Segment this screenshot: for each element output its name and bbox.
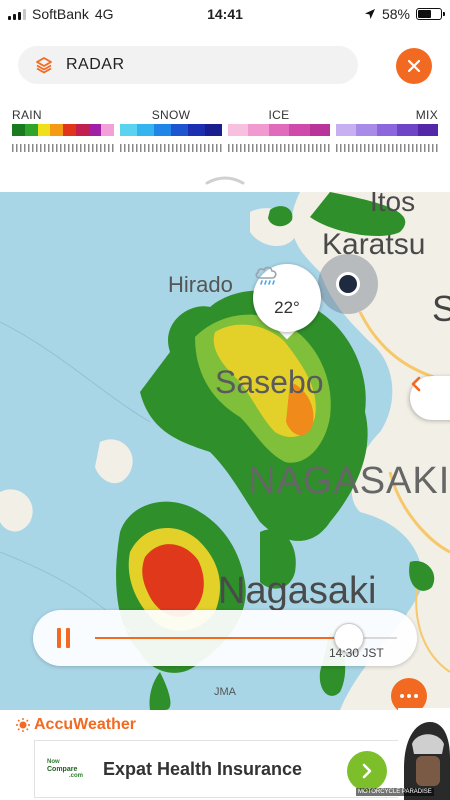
more-icon bbox=[400, 694, 404, 698]
legend-swatch bbox=[248, 124, 269, 136]
legend-ticks bbox=[336, 144, 438, 152]
legend-swatch bbox=[397, 124, 418, 136]
side-panel-toggle[interactable] bbox=[410, 376, 450, 420]
watermark: MOTORCYCLE PARADISE bbox=[356, 788, 434, 796]
avatar bbox=[398, 708, 450, 800]
legend-swatch bbox=[356, 124, 377, 136]
brand: AccuWeather bbox=[16, 716, 136, 734]
legend-bar-snow bbox=[120, 124, 222, 136]
layers-icon bbox=[34, 55, 54, 75]
legend-snow: SNOW bbox=[120, 108, 222, 160]
brand-name: AccuWeather bbox=[34, 716, 136, 733]
legend-swatch bbox=[205, 124, 222, 136]
legend-mix: MIX bbox=[336, 108, 439, 160]
legend-label-ice: ICE bbox=[268, 108, 290, 122]
legend-ticks bbox=[12, 144, 114, 152]
legend-ticks bbox=[228, 144, 330, 152]
legend-swatch bbox=[268, 124, 290, 136]
radar-panel: RADAR RAIN SNOW ICE MIX bbox=[0, 28, 450, 192]
legend-swatch bbox=[289, 124, 310, 136]
more-icon bbox=[407, 694, 411, 698]
ad-title: Expat Health Insurance bbox=[103, 758, 303, 779]
legend-swatch bbox=[309, 124, 331, 136]
legend-label-mix: MIX bbox=[415, 108, 438, 122]
chevron-right-icon bbox=[362, 763, 372, 779]
legend-swatch bbox=[228, 124, 249, 136]
more-icon bbox=[414, 694, 418, 698]
legend-label-rain: RAIN bbox=[12, 108, 42, 122]
radar-map[interactable]: Itos Karatsu Hirado Sasebo NAGASAKI Naga… bbox=[0, 192, 450, 710]
battery-icon bbox=[416, 8, 445, 20]
status-bar: SoftBank 4G 14:41 58% bbox=[0, 0, 450, 28]
legend-rain: RAIN bbox=[12, 108, 114, 160]
layer-selector[interactable]: RADAR bbox=[18, 46, 358, 84]
carrier-name: SoftBank bbox=[32, 6, 89, 22]
close-button[interactable] bbox=[396, 48, 432, 84]
ad-logo: Now Compare .com bbox=[47, 759, 83, 780]
legend-swatch bbox=[37, 124, 51, 136]
legend-swatch bbox=[137, 124, 154, 136]
current-location-marker[interactable] bbox=[336, 272, 360, 296]
legend-swatch bbox=[12, 124, 25, 136]
cloud-rain-icon bbox=[255, 266, 277, 285]
legend-bar-ice bbox=[228, 124, 331, 136]
map-label-hirado: Hirado bbox=[168, 272, 233, 297]
radar-playback-bar: 14:30 JST bbox=[33, 610, 417, 666]
layer-label: RADAR bbox=[66, 56, 125, 73]
weather-pin[interactable]: 22° bbox=[253, 264, 321, 344]
legend-bar-rain bbox=[12, 124, 114, 136]
legend-label-snow: SNOW bbox=[151, 108, 191, 122]
legend-swatch bbox=[101, 124, 114, 136]
legend-swatch bbox=[417, 124, 439, 136]
legend-swatch bbox=[336, 124, 357, 136]
pin-temperature: 22° bbox=[274, 298, 300, 317]
panel-handle-icon[interactable] bbox=[204, 172, 246, 186]
more-options-button[interactable] bbox=[391, 678, 427, 710]
timeline-progress bbox=[95, 637, 349, 639]
sun-icon bbox=[16, 718, 30, 732]
signal-icon bbox=[8, 8, 26, 20]
map-label-edge: S bbox=[432, 288, 450, 329]
legend-bar-mix bbox=[336, 124, 439, 136]
legend-ice: ICE bbox=[228, 108, 331, 160]
map-label-sasebo: Sasebo bbox=[215, 364, 324, 400]
network-type: 4G bbox=[94, 6, 114, 22]
legend-swatch bbox=[88, 124, 102, 136]
legend-swatch bbox=[376, 124, 398, 136]
battery-percent: 58% bbox=[381, 6, 410, 22]
close-icon bbox=[407, 59, 421, 73]
map-label-itoshima: Itos bbox=[370, 192, 416, 217]
map-attribution: JMA bbox=[214, 686, 236, 698]
legend-swatch bbox=[63, 124, 76, 136]
map-label-nagasaki-prefecture: NAGASAKI bbox=[248, 460, 450, 502]
pause-icon bbox=[57, 628, 61, 648]
timeline-timestamp: 14:30 JST bbox=[329, 646, 384, 660]
legend-swatch bbox=[171, 124, 188, 136]
legend-swatch bbox=[188, 124, 205, 136]
chevron-left-icon bbox=[411, 376, 421, 392]
ad-logo-line3: .com bbox=[68, 772, 83, 779]
ad-logo-line2: Compare bbox=[47, 765, 78, 773]
legend-swatch bbox=[120, 124, 137, 136]
legend-swatch bbox=[75, 124, 89, 136]
map-label-nagasaki-city: Nagasaki bbox=[218, 570, 377, 612]
legend-swatch bbox=[154, 124, 171, 136]
location-arrow-icon bbox=[364, 9, 375, 19]
legend-swatch bbox=[24, 124, 38, 136]
ad-go-button[interactable] bbox=[347, 751, 387, 791]
pause-icon bbox=[66, 628, 70, 648]
ad-logo-line1: Now bbox=[47, 758, 60, 765]
legend-swatch bbox=[50, 124, 63, 136]
legend-ticks bbox=[120, 144, 222, 152]
pause-button[interactable] bbox=[57, 628, 73, 648]
